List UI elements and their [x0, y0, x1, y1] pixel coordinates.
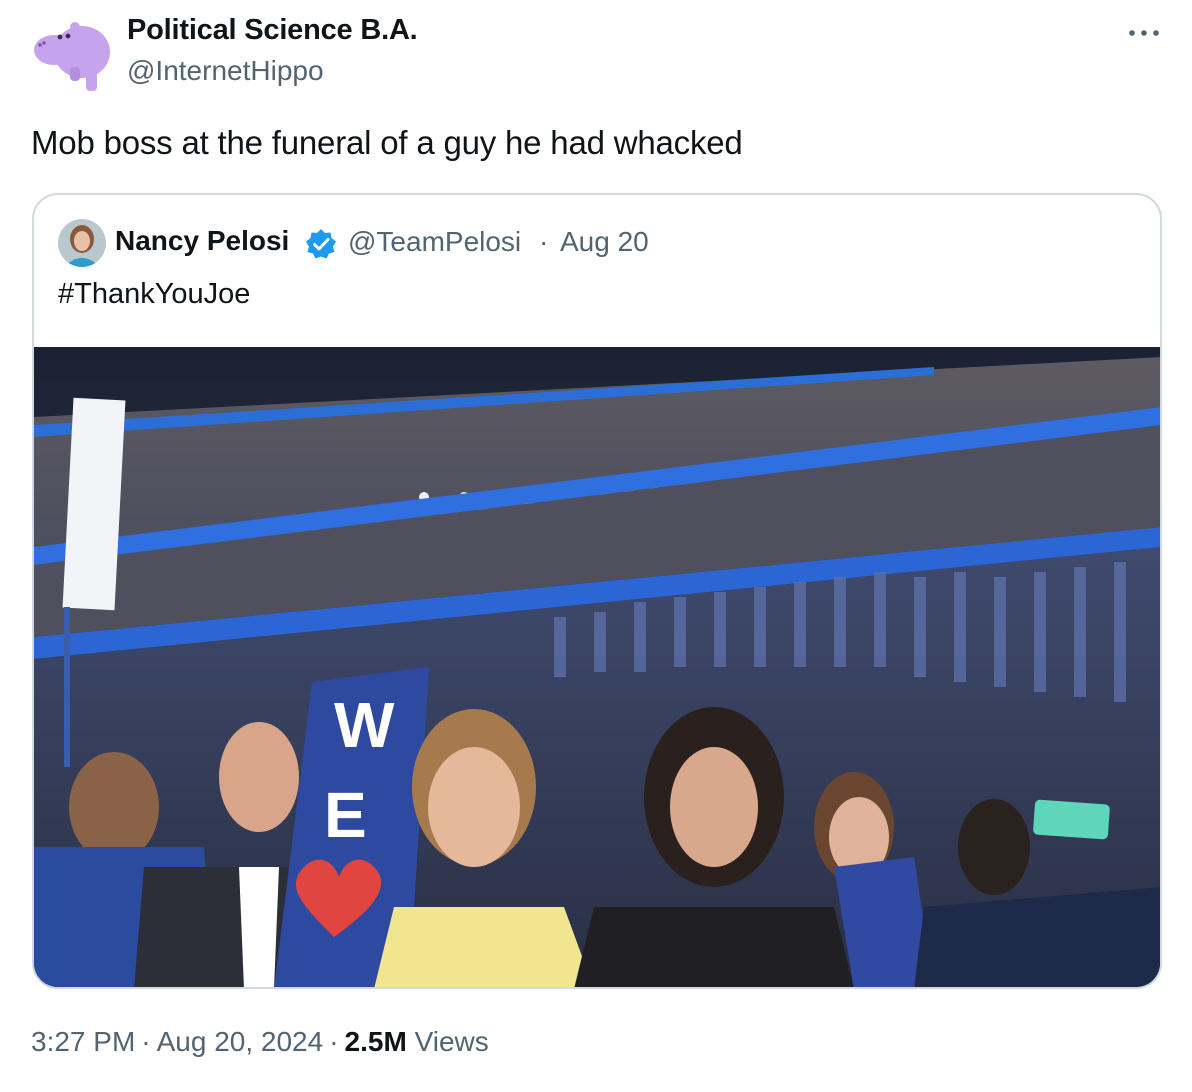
quoted-tweet-text[interactable]: #ThankYouJoe — [58, 278, 250, 311]
views-count[interactable]: 2.5M — [345, 1026, 407, 1057]
author-name[interactable]: Political Science B.A. — [127, 14, 418, 47]
more-options-icon[interactable] — [1122, 18, 1166, 48]
convention-photo[interactable]: W E — [34, 347, 1160, 987]
svg-text:W: W — [334, 689, 395, 761]
tweet-time[interactable]: 3:27 PM — [31, 1026, 135, 1057]
quoted-tweet-card[interactable]: Nancy Pelosi @TeamPelosi · Aug 20 #Thank… — [32, 193, 1162, 989]
quoted-author-handle[interactable]: @TeamPelosi — [348, 226, 521, 258]
author-handle[interactable]: @InternetHippo — [127, 55, 324, 87]
views-label[interactable]: Views — [415, 1026, 489, 1057]
quoted-tweet-date[interactable]: Aug 20 — [560, 226, 649, 258]
tweet-meta: 3:27 PM · Aug 20, 2024 · 2.5M Views — [31, 1026, 489, 1058]
separator-dot: · — [539, 226, 549, 257]
tweet-date[interactable]: Aug 20, 2024 — [157, 1026, 324, 1057]
hippo-avatar-icon[interactable] — [30, 12, 112, 94]
separator-dot: · — [141, 1026, 151, 1057]
verified-badge-icon — [304, 227, 338, 261]
quoted-author-name[interactable]: Nancy Pelosi — [115, 225, 289, 257]
svg-text:E: E — [324, 779, 367, 851]
tweet-text: Mob boss at the funeral of a guy he had … — [31, 124, 743, 161]
quoted-author-avatar[interactable] — [58, 219, 106, 267]
tweet: Political Science B.A. @InternetHippo Mo… — [0, 0, 1192, 1092]
separator-dot: · — [329, 1026, 339, 1057]
